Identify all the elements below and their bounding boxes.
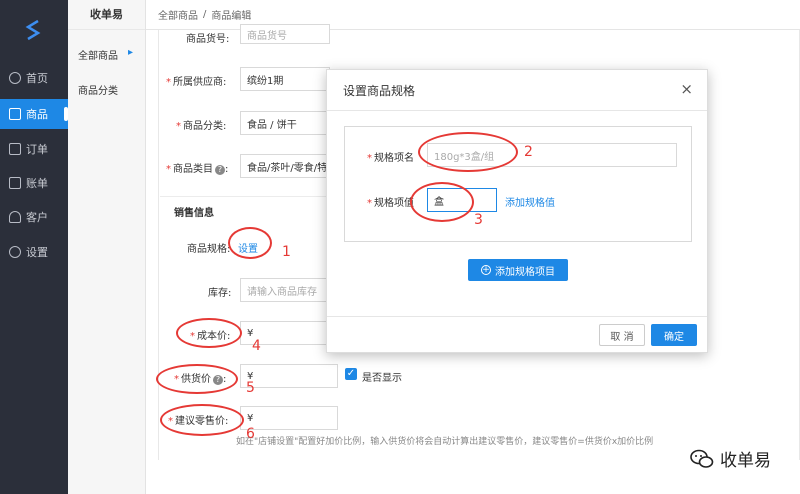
help-icon: ? xyxy=(215,165,225,175)
annotation-number-1: 1 xyxy=(282,244,291,260)
cancel-button[interactable]: 取 消 xyxy=(599,324,645,346)
spec-label: 商品规格: xyxy=(187,244,231,255)
annotation-circle-6 xyxy=(160,404,244,436)
nav-item-customers[interactable]: 客户 xyxy=(0,202,68,232)
category-label: * 商品分类: xyxy=(176,121,227,132)
stock-input[interactable]: 请输入商品库存 xyxy=(240,278,330,302)
order-icon xyxy=(9,143,21,155)
bill-icon xyxy=(9,177,21,189)
annotation-number-6: 6 xyxy=(246,426,255,442)
show-label: 是否显示 xyxy=(362,373,402,384)
breadcrumb-parent[interactable]: 全部商品 xyxy=(158,7,198,22)
watermark-text: 收单易 xyxy=(720,451,771,471)
show-checkbox[interactable]: ✓ xyxy=(345,368,357,380)
settings-icon xyxy=(9,246,21,258)
supplier-select[interactable]: 缤纷1期 xyxy=(240,67,330,91)
watermark: 收单易 xyxy=(690,446,771,471)
annotation-circle-3 xyxy=(410,182,474,222)
annotation-number-5: 5 xyxy=(246,380,255,396)
dialog-header-divider xyxy=(327,110,707,111)
subnav-item-all-products[interactable]: 全部商品 xyxy=(78,47,118,62)
user-icon xyxy=(9,211,21,223)
spec-name-label: * 规格项名 xyxy=(367,153,414,164)
confirm-button[interactable]: 确定 xyxy=(651,324,697,346)
nav-item-label: 客户 xyxy=(26,211,48,224)
sales-section-title: 销售信息 xyxy=(174,208,214,219)
section-divider xyxy=(160,196,330,197)
breadcrumb-separator: / xyxy=(203,9,207,20)
nav-item-label: 首页 xyxy=(26,72,48,85)
annotation-circle-2 xyxy=(418,132,518,172)
subnav-item-categories[interactable]: 商品分类 xyxy=(78,82,118,97)
chevron-right-icon: ▸ xyxy=(128,47,134,58)
plus-circle-icon: + xyxy=(481,265,491,275)
item-no-label: 商品货号: xyxy=(186,34,230,45)
annotation-circle-5 xyxy=(156,364,238,394)
nav-item-label: 商品 xyxy=(26,108,48,121)
type-select[interactable]: 食品/茶叶/零食/特 xyxy=(240,154,330,178)
stock-label: 库存: xyxy=(208,288,232,299)
nav-item-products[interactable]: 商品 xyxy=(0,99,68,129)
dialog-title: 设置商品规格 xyxy=(343,84,416,98)
nav-item-home[interactable]: 首页 xyxy=(0,63,68,93)
add-spec-item-label: 添加规格项目 xyxy=(495,266,555,278)
annotation-number-3: 3 xyxy=(474,212,483,228)
retail-hint: 如在"店铺设置"配置好加价比例，输入供货价将会自动计算出建议零售价，建议零售价=… xyxy=(236,437,654,447)
annotation-number-2: 2 xyxy=(524,144,533,160)
add-spec-value-link[interactable]: 添加规格值 xyxy=(505,194,555,209)
main-sidebar: 首页 商品 订单 账单 客户 设置 xyxy=(0,0,68,494)
app-logo-icon xyxy=(25,19,41,41)
supplier-label: * 所属供应商: xyxy=(166,77,227,88)
category-select[interactable]: 食品 / 饼干 xyxy=(240,111,330,135)
close-icon[interactable]: × xyxy=(680,80,693,98)
nav-item-label: 订单 xyxy=(26,143,48,156)
nav-item-label: 设置 xyxy=(26,246,48,259)
nav-item-settings[interactable]: 设置 xyxy=(0,237,68,267)
add-spec-item-button[interactable]: + 添加规格项目 xyxy=(468,259,568,281)
item-no-input[interactable]: 商品货号 xyxy=(240,24,330,44)
nav-item-orders[interactable]: 订单 xyxy=(0,134,68,164)
subnav-brand: 收单易 xyxy=(68,0,145,30)
type-label: * 商品类目?: xyxy=(166,164,229,175)
wechat-icon xyxy=(690,449,714,468)
spec-dialog: 设置商品规格 × * 规格项名 180g*3盒/组 * 规格项值 盒 添加规格值 +… xyxy=(326,69,708,353)
spec-item-box: * 规格项名 180g*3盒/组 * 规格项值 盒 添加规格值 xyxy=(344,126,692,242)
annotation-number-4: 4 xyxy=(252,338,261,354)
sub-sidebar: 收单易 全部商品 ▸ 商品分类 xyxy=(68,0,146,494)
dashboard-icon xyxy=(9,72,21,84)
dialog-footer-divider xyxy=(327,316,707,317)
nav-item-bills[interactable]: 账单 xyxy=(0,168,68,198)
nav-item-label: 账单 xyxy=(26,177,48,190)
annotation-circle-4 xyxy=(176,318,242,348)
edit-icon xyxy=(9,108,21,120)
breadcrumb-current: 商品编辑 xyxy=(211,11,252,22)
spec-value-label: * 规格项值 xyxy=(367,198,414,209)
annotation-circle-1 xyxy=(228,227,272,259)
